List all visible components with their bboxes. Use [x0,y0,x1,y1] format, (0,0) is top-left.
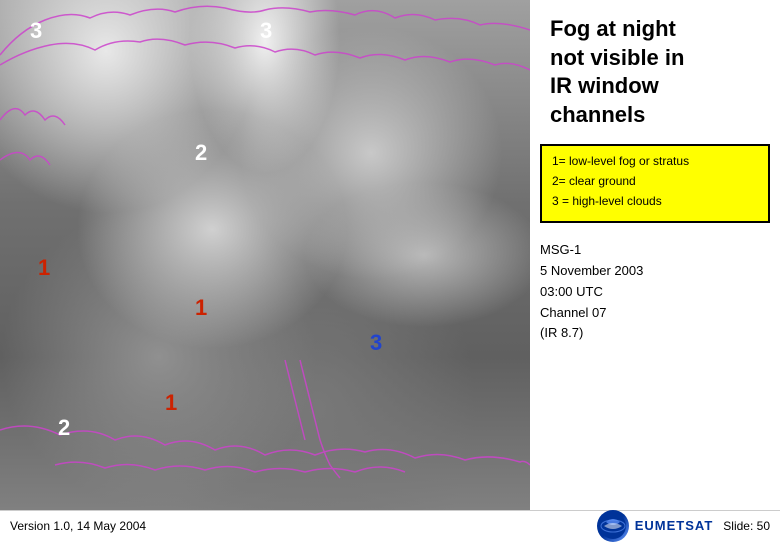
metadata-line5: (IR 8.7) [540,323,770,344]
right-panel: Fog at night not visible in IR window ch… [530,0,780,540]
eumetsat-logo: EUMETSAT [597,510,714,542]
eumetsat-label: EUMETSAT [635,518,714,533]
label-1-mid: 1 [195,295,207,321]
legend-item-3: 3 = high-level clouds [552,194,758,210]
metadata-line2: 5 November 2003 [540,261,770,282]
legend-box: 1= low-level fog or stratus 2= clear gro… [540,144,770,223]
label-1-left: 1 [38,255,50,281]
eumetsat-circle-icon [597,510,629,542]
footer-right: EUMETSAT Slide: 50 [597,510,770,542]
label-2-lower: 2 [58,415,70,441]
version-text: Version 1.0, 14 May 2004 [10,519,146,533]
metadata-line4: Channel 07 [540,303,770,324]
label-2-upper: 2 [195,140,207,166]
sat-image-bg [0,0,530,510]
title-area: Fog at night not visible in IR window ch… [530,0,780,139]
label-3-right: 3 [370,330,382,356]
label-3-topmid: 3 [260,18,272,44]
eumetsat-svg-icon [599,512,627,540]
label-1-lower: 1 [165,390,177,416]
satellite-image: 3 3 2 1 1 3 1 2 [0,0,530,510]
metadata-line1: MSG-1 [540,240,770,261]
metadata-area: MSG-1 5 November 2003 03:00 UTC Channel … [530,228,780,349]
label-3-topleft: 3 [30,18,42,44]
footer: Version 1.0, 14 May 2004 EUMETSAT Slide:… [0,510,780,540]
legend-item-1: 1= low-level fog or stratus [552,154,758,170]
slide-number: Slide: 50 [723,519,770,533]
legend-item-2: 2= clear ground [552,174,758,190]
page-title: Fog at night not visible in IR window ch… [550,15,765,129]
metadata-line3: 03:00 UTC [540,282,770,303]
